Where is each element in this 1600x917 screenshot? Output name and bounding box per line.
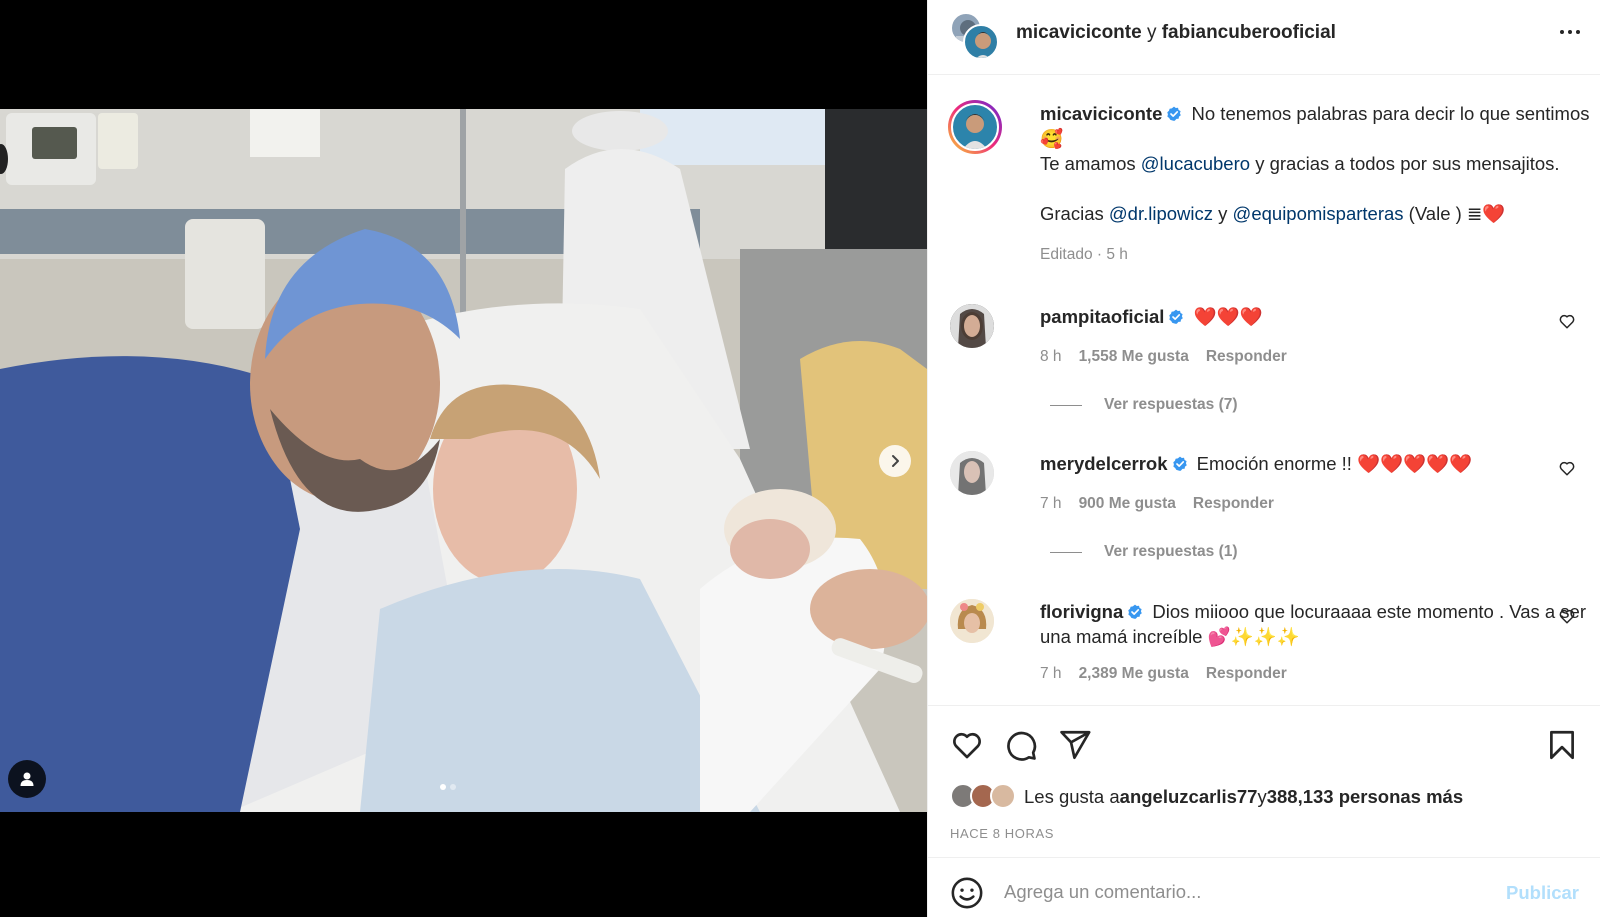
carousel-dot-active [440,784,446,790]
verified-badge-icon [1128,604,1143,619]
commenter-username[interactable]: merydelcerrok [1040,453,1168,474]
likes-count[interactable]: 388,133 personas más [1267,786,1463,808]
comment-time: 7 h [1040,665,1062,682]
next-image-button[interactable] [879,445,911,477]
comment-body: Emoción enorme !! ❤️❤️❤️❤️❤️ [1196,453,1473,474]
comment-meta: 7 h 2,389 Me gusta Responder [1040,665,1287,683]
caption-username[interactable]: micaviciconte [1040,103,1162,124]
comment-text: pampitaoficial ❤️❤️❤️ [1040,304,1600,329]
share-send-icon[interactable] [1058,728,1092,762]
carousel-indicator [440,784,456,790]
verified-badge-icon [1169,309,1184,324]
comment-time: 8 h [1040,348,1062,365]
likes-summary: Les gusta a angeluzcarlis77 y 388,133 pe… [950,783,1463,811]
verified-badge-icon [1172,456,1187,471]
view-replies-button[interactable]: Ver respuestas (7) [1050,396,1238,414]
commenter-avatar[interactable] [950,599,994,643]
mention-link[interactable]: @dr.lipowicz [1109,203,1213,224]
caption-text-segment: Te amamos [1040,153,1141,174]
commenter-avatar[interactable] [950,451,994,495]
comment-composer: Publicar [928,857,1600,917]
comment-bubble-icon[interactable] [1004,728,1038,762]
post-media [0,0,927,917]
comment-likes[interactable]: 2,389 Me gusta [1079,665,1189,683]
mention-link[interactable]: @lucacubero [1141,153,1250,174]
liker-username[interactable]: angeluzcarlis77 [1120,786,1258,808]
comment-meta: 7 h 900 Me gusta Responder [1040,495,1274,513]
like-comment-heart-icon[interactable] [1558,312,1576,330]
emoji-icon[interactable] [950,876,984,910]
post-sidebar: micaviciconte y fabiancuberooficial mica… [927,0,1600,917]
commenter-username[interactable]: pampitaoficial [1040,306,1164,327]
likers-avatars [950,783,1024,811]
avatar [990,783,1016,809]
replies-line [1050,404,1082,406]
comments-list: micaviciconte No tenemos palabras para d… [928,76,1600,704]
caption-text-segment: y [1213,203,1233,224]
like-comment-heart-icon[interactable] [1558,459,1576,477]
reply-button[interactable]: Responder [1206,348,1287,366]
caption-text-segment: Gracias [1040,203,1109,224]
comment-input[interactable] [1004,874,1484,910]
caption-text: micaviciconte No tenemos palabras para d… [1040,101,1600,226]
caption-text-segment: y gracias a todos por sus mensajitos. [1250,153,1560,174]
author-avatar[interactable] [948,100,1002,154]
authors-connector: y [1146,22,1157,43]
comment-meta: 8 h 1,558 Me gusta Responder [1040,348,1287,366]
post-photo[interactable] [0,109,927,812]
save-bookmark-icon[interactable] [1545,728,1579,762]
likes-connector: y [1257,786,1267,807]
comment-body: ❤️❤️❤️ [1193,306,1263,327]
mention-link[interactable]: @equipomisparteras [1233,203,1404,224]
tagged-users-button[interactable] [8,760,46,798]
comment-text: merydelcerrok Emoción enorme !! ❤️❤️❤️❤️… [1040,451,1600,476]
coauthor-avatars[interactable] [950,12,1000,60]
more-options-icon[interactable] [1560,30,1580,34]
likes-prefix: Les gusta a [1024,786,1120,807]
caption-text-segment: (Vale ) ≣❤️ [1403,203,1506,224]
publish-button[interactable]: Publicar [1506,882,1579,904]
view-replies-button[interactable]: Ver respuestas (1) [1050,543,1238,561]
verified-badge-icon [1167,106,1182,121]
comment-likes[interactable]: 900 Me gusta [1079,495,1176,513]
coauthor-username[interactable]: fabiancuberooficial [1162,22,1336,43]
author-username[interactable]: micaviciconte [1016,22,1142,43]
like-comment-heart-icon[interactable] [1558,607,1576,625]
post-timestamp: HACE 8 HORAS [950,826,1055,841]
commenter-avatar[interactable] [950,304,994,348]
comment-text: florivigna Dios miiooo que locuraaaa est… [1040,599,1600,649]
comment-time: 7 h [1040,495,1062,512]
caption-meta: Editado · 5 h [1040,246,1128,263]
carousel-dot [450,784,456,790]
view-replies-label: Ver respuestas (7) [1104,396,1238,413]
reply-button[interactable]: Responder [1193,495,1274,513]
post-authors: micaviciconte y fabiancuberooficial [1016,22,1336,44]
view-replies-label: Ver respuestas (1) [1104,543,1238,560]
avatar [963,24,999,60]
post-header: micaviciconte y fabiancuberooficial [928,0,1600,75]
post-actions: Les gusta a angeluzcarlis77 y 388,133 pe… [928,705,1600,857]
comment-likes[interactable]: 1,558 Me gusta [1079,348,1189,366]
replies-line [1050,551,1082,553]
hospital-photo-image [0,109,927,812]
like-heart-icon[interactable] [950,728,984,762]
user-tag-icon [20,772,34,786]
chevron-right-icon [892,455,899,467]
commenter-username[interactable]: florivigna [1040,601,1123,622]
reply-button[interactable]: Responder [1206,665,1287,683]
